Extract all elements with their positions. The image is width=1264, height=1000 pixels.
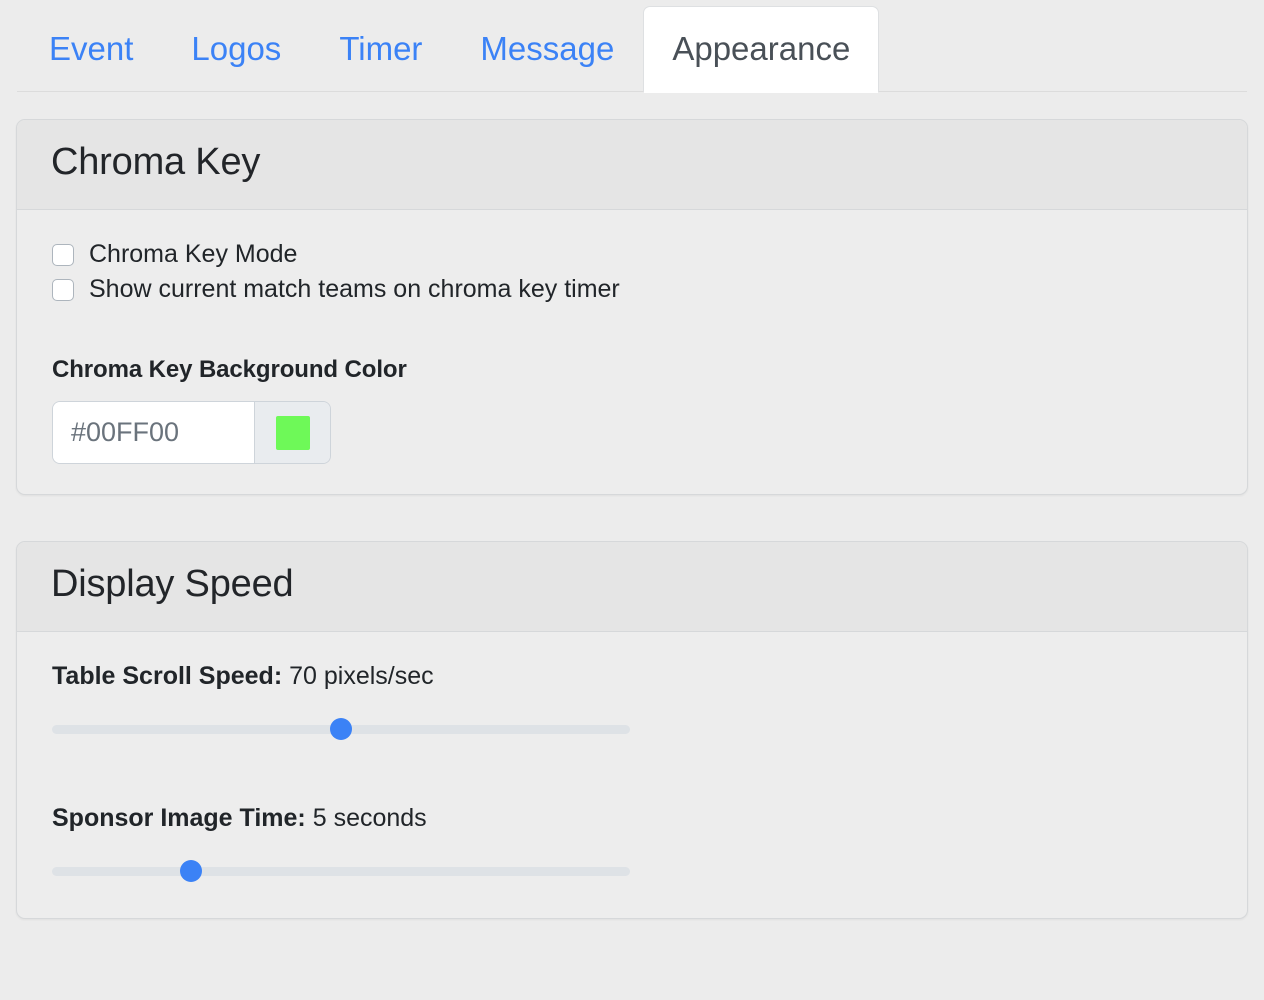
color-swatch-icon [275,415,310,450]
chroma-key-mode-checkbox[interactable] [52,243,74,266]
table-scroll-speed-block: Table Scroll Speed: 70 pixels/sec [52,664,1212,741]
chroma-key-mode-label[interactable]: Chroma Key Mode [89,242,297,267]
table-scroll-speed-label: Table Scroll Speed: [52,662,283,691]
tab-bar: Event Logos Timer Message Appearance [0,0,1264,93]
tab-timer[interactable]: Timer [310,6,451,92]
display-speed-card: Display Speed Table Scroll Speed: 70 pix… [16,541,1248,920]
chroma-key-color-label: Chroma Key Background Color [52,356,407,384]
display-speed-card-body: Table Scroll Speed: 70 pixels/sec Sponso… [17,632,1247,918]
show-match-teams-row[interactable]: Show current match teams on chroma key t… [52,277,1212,302]
chroma-key-color-input-group [52,401,331,465]
tab-event[interactable]: Event [20,6,162,92]
chroma-key-card: Chroma Key Chroma Key Mode Show current … [16,119,1248,496]
sponsor-image-time-thumb[interactable] [179,860,202,883]
tab-message[interactable]: Message [451,6,643,92]
sponsor-image-time-caption: Sponsor Image Time: 5 seconds [52,806,1212,831]
table-scroll-speed-thumb[interactable] [330,718,352,741]
tab-appearance[interactable]: Appearance [643,6,880,93]
chroma-key-color-field-block: Chroma Key Background Color [52,356,1212,465]
sponsor-image-time-slider[interactable] [52,860,630,883]
table-scroll-speed-value: 70 pixels/sec [289,662,434,691]
show-match-teams-checkbox[interactable] [52,278,74,301]
sponsor-image-time-value: 5 seconds [312,804,427,833]
chroma-key-mode-row[interactable]: Chroma Key Mode [52,242,1212,267]
sponsor-image-time-track[interactable] [52,867,630,877]
chroma-key-card-header: Chroma Key [17,120,1247,211]
display-speed-title: Display Speed [51,563,294,606]
chroma-key-title: Chroma Key [51,141,261,183]
table-scroll-speed-slider[interactable] [52,718,630,741]
sponsor-image-time-label: Sponsor Image Time: [52,804,306,833]
chroma-key-card-body: Chroma Key Mode Show current match teams… [17,210,1247,494]
display-speed-card-header: Display Speed [17,542,1247,633]
chroma-key-color-picker-button[interactable] [254,402,330,464]
show-match-teams-label[interactable]: Show current match teams on chroma key t… [89,277,620,302]
table-scroll-speed-caption: Table Scroll Speed: 70 pixels/sec [52,664,1212,689]
chroma-key-color-input[interactable] [53,402,254,464]
sponsor-image-time-block: Sponsor Image Time: 5 seconds [52,806,1212,883]
tab-logos[interactable]: Logos [162,6,310,92]
